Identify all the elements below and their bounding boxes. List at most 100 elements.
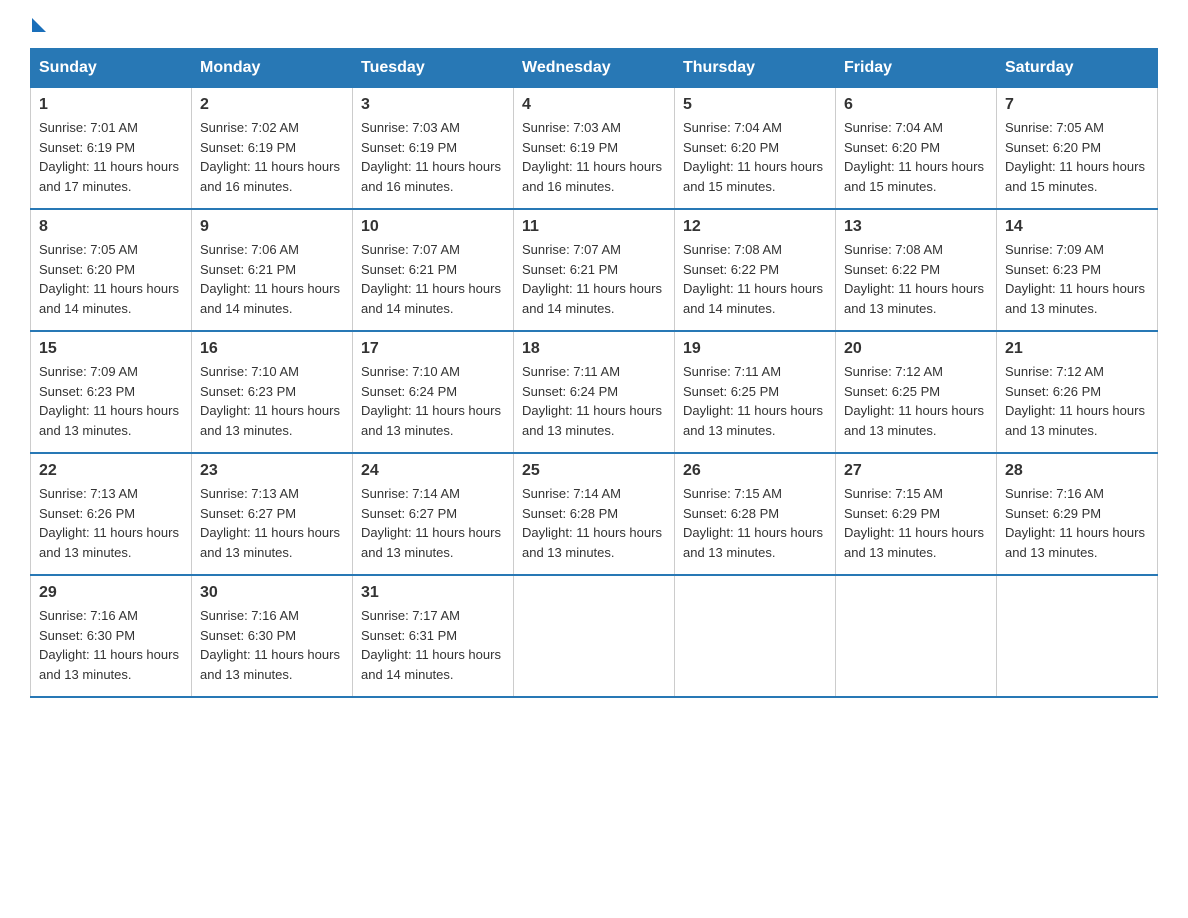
logo-general — [30, 20, 46, 34]
week-row-1: 1 Sunrise: 7:01 AMSunset: 6:19 PMDayligh… — [31, 88, 1158, 210]
day-cell: 24 Sunrise: 7:14 AMSunset: 6:27 PMDaylig… — [353, 453, 514, 575]
day-cell: 20 Sunrise: 7:12 AMSunset: 6:25 PMDaylig… — [836, 331, 997, 453]
day-number: 29 — [39, 584, 183, 602]
day-info: Sunrise: 7:08 AMSunset: 6:22 PMDaylight:… — [844, 240, 988, 318]
day-info: Sunrise: 7:17 AMSunset: 6:31 PMDaylight:… — [361, 606, 505, 684]
day-info: Sunrise: 7:13 AMSunset: 6:26 PMDaylight:… — [39, 484, 183, 562]
calendar-header: SundayMondayTuesdayWednesdayThursdayFrid… — [31, 49, 1158, 88]
day-info: Sunrise: 7:07 AMSunset: 6:21 PMDaylight:… — [522, 240, 666, 318]
day-info: Sunrise: 7:15 AMSunset: 6:28 PMDaylight:… — [683, 484, 827, 562]
day-cell: 14 Sunrise: 7:09 AMSunset: 6:23 PMDaylig… — [997, 209, 1158, 331]
day-cell: 11 Sunrise: 7:07 AMSunset: 6:21 PMDaylig… — [514, 209, 675, 331]
week-row-3: 15 Sunrise: 7:09 AMSunset: 6:23 PMDaylig… — [31, 331, 1158, 453]
header-cell-sunday: Sunday — [31, 49, 192, 88]
day-number: 22 — [39, 462, 183, 480]
day-info: Sunrise: 7:11 AMSunset: 6:25 PMDaylight:… — [683, 362, 827, 440]
day-info: Sunrise: 7:04 AMSunset: 6:20 PMDaylight:… — [844, 118, 988, 196]
day-number: 27 — [844, 462, 988, 480]
day-cell — [997, 575, 1158, 697]
page-header — [30, 20, 1158, 28]
day-cell: 2 Sunrise: 7:02 AMSunset: 6:19 PMDayligh… — [192, 88, 353, 210]
day-number: 28 — [1005, 462, 1149, 480]
week-row-5: 29 Sunrise: 7:16 AMSunset: 6:30 PMDaylig… — [31, 575, 1158, 697]
day-cell: 28 Sunrise: 7:16 AMSunset: 6:29 PMDaylig… — [997, 453, 1158, 575]
day-info: Sunrise: 7:05 AMSunset: 6:20 PMDaylight:… — [39, 240, 183, 318]
day-number: 19 — [683, 340, 827, 358]
day-number: 12 — [683, 218, 827, 236]
day-info: Sunrise: 7:09 AMSunset: 6:23 PMDaylight:… — [1005, 240, 1149, 318]
logo-arrow-icon — [32, 18, 46, 32]
header-cell-thursday: Thursday — [675, 49, 836, 88]
day-info: Sunrise: 7:16 AMSunset: 6:30 PMDaylight:… — [39, 606, 183, 684]
day-info: Sunrise: 7:14 AMSunset: 6:28 PMDaylight:… — [522, 484, 666, 562]
day-number: 17 — [361, 340, 505, 358]
calendar-body: 1 Sunrise: 7:01 AMSunset: 6:19 PMDayligh… — [31, 88, 1158, 698]
day-number: 18 — [522, 340, 666, 358]
day-cell: 16 Sunrise: 7:10 AMSunset: 6:23 PMDaylig… — [192, 331, 353, 453]
day-cell: 10 Sunrise: 7:07 AMSunset: 6:21 PMDaylig… — [353, 209, 514, 331]
day-number: 23 — [200, 462, 344, 480]
day-cell: 4 Sunrise: 7:03 AMSunset: 6:19 PMDayligh… — [514, 88, 675, 210]
header-cell-monday: Monday — [192, 49, 353, 88]
day-info: Sunrise: 7:06 AMSunset: 6:21 PMDaylight:… — [200, 240, 344, 318]
day-number: 26 — [683, 462, 827, 480]
day-info: Sunrise: 7:16 AMSunset: 6:29 PMDaylight:… — [1005, 484, 1149, 562]
day-cell: 13 Sunrise: 7:08 AMSunset: 6:22 PMDaylig… — [836, 209, 997, 331]
day-info: Sunrise: 7:12 AMSunset: 6:26 PMDaylight:… — [1005, 362, 1149, 440]
day-cell — [514, 575, 675, 697]
day-number: 7 — [1005, 96, 1149, 114]
day-number: 3 — [361, 96, 505, 114]
day-number: 20 — [844, 340, 988, 358]
day-number: 24 — [361, 462, 505, 480]
day-info: Sunrise: 7:12 AMSunset: 6:25 PMDaylight:… — [844, 362, 988, 440]
day-cell: 19 Sunrise: 7:11 AMSunset: 6:25 PMDaylig… — [675, 331, 836, 453]
day-number: 15 — [39, 340, 183, 358]
day-cell: 8 Sunrise: 7:05 AMSunset: 6:20 PMDayligh… — [31, 209, 192, 331]
calendar-table: SundayMondayTuesdayWednesdayThursdayFrid… — [30, 48, 1158, 698]
day-cell: 6 Sunrise: 7:04 AMSunset: 6:20 PMDayligh… — [836, 88, 997, 210]
day-cell: 5 Sunrise: 7:04 AMSunset: 6:20 PMDayligh… — [675, 88, 836, 210]
header-cell-tuesday: Tuesday — [353, 49, 514, 88]
day-cell: 3 Sunrise: 7:03 AMSunset: 6:19 PMDayligh… — [353, 88, 514, 210]
day-cell: 12 Sunrise: 7:08 AMSunset: 6:22 PMDaylig… — [675, 209, 836, 331]
header-cell-friday: Friday — [836, 49, 997, 88]
day-number: 5 — [683, 96, 827, 114]
day-cell — [675, 575, 836, 697]
logo — [30, 20, 46, 28]
day-cell: 25 Sunrise: 7:14 AMSunset: 6:28 PMDaylig… — [514, 453, 675, 575]
day-cell: 29 Sunrise: 7:16 AMSunset: 6:30 PMDaylig… — [31, 575, 192, 697]
day-info: Sunrise: 7:05 AMSunset: 6:20 PMDaylight:… — [1005, 118, 1149, 196]
day-info: Sunrise: 7:04 AMSunset: 6:20 PMDaylight:… — [683, 118, 827, 196]
day-info: Sunrise: 7:15 AMSunset: 6:29 PMDaylight:… — [844, 484, 988, 562]
day-number: 8 — [39, 218, 183, 236]
week-row-2: 8 Sunrise: 7:05 AMSunset: 6:20 PMDayligh… — [31, 209, 1158, 331]
day-cell: 21 Sunrise: 7:12 AMSunset: 6:26 PMDaylig… — [997, 331, 1158, 453]
day-cell: 7 Sunrise: 7:05 AMSunset: 6:20 PMDayligh… — [997, 88, 1158, 210]
day-number: 25 — [522, 462, 666, 480]
header-cell-saturday: Saturday — [997, 49, 1158, 88]
day-cell: 17 Sunrise: 7:10 AMSunset: 6:24 PMDaylig… — [353, 331, 514, 453]
day-number: 6 — [844, 96, 988, 114]
day-cell — [836, 575, 997, 697]
week-row-4: 22 Sunrise: 7:13 AMSunset: 6:26 PMDaylig… — [31, 453, 1158, 575]
day-number: 9 — [200, 218, 344, 236]
day-cell: 9 Sunrise: 7:06 AMSunset: 6:21 PMDayligh… — [192, 209, 353, 331]
day-cell: 1 Sunrise: 7:01 AMSunset: 6:19 PMDayligh… — [31, 88, 192, 210]
day-info: Sunrise: 7:16 AMSunset: 6:30 PMDaylight:… — [200, 606, 344, 684]
header-cell-wednesday: Wednesday — [514, 49, 675, 88]
day-info: Sunrise: 7:13 AMSunset: 6:27 PMDaylight:… — [200, 484, 344, 562]
day-info: Sunrise: 7:11 AMSunset: 6:24 PMDaylight:… — [522, 362, 666, 440]
day-info: Sunrise: 7:10 AMSunset: 6:24 PMDaylight:… — [361, 362, 505, 440]
day-number: 1 — [39, 96, 183, 114]
day-number: 31 — [361, 584, 505, 602]
day-info: Sunrise: 7:03 AMSunset: 6:19 PMDaylight:… — [361, 118, 505, 196]
day-cell: 31 Sunrise: 7:17 AMSunset: 6:31 PMDaylig… — [353, 575, 514, 697]
day-number: 30 — [200, 584, 344, 602]
day-number: 14 — [1005, 218, 1149, 236]
header-row: SundayMondayTuesdayWednesdayThursdayFrid… — [31, 49, 1158, 88]
day-cell: 18 Sunrise: 7:11 AMSunset: 6:24 PMDaylig… — [514, 331, 675, 453]
day-number: 13 — [844, 218, 988, 236]
day-info: Sunrise: 7:09 AMSunset: 6:23 PMDaylight:… — [39, 362, 183, 440]
day-info: Sunrise: 7:10 AMSunset: 6:23 PMDaylight:… — [200, 362, 344, 440]
day-info: Sunrise: 7:03 AMSunset: 6:19 PMDaylight:… — [522, 118, 666, 196]
